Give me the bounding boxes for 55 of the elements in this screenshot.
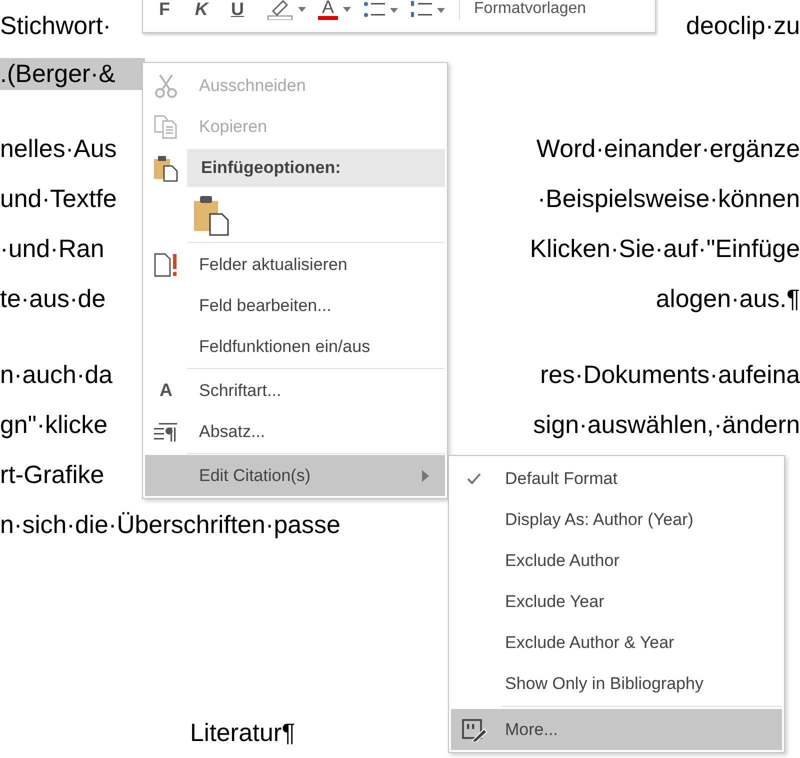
body-text: n·sich·die·Überschriften·passe (0, 510, 340, 541)
section-header: Einfügeoptionen: (187, 149, 445, 187)
body-text: Klicken·Sie·auf·"Einfüge (530, 234, 800, 265)
font-color-button[interactable]: A (316, 0, 354, 20)
document-warning-icon (153, 250, 179, 278)
caret-icon (390, 8, 398, 12)
body-text: rt-Grafike (0, 460, 104, 491)
menu-item[interactable]: Feldfunktionen ein/aus (145, 326, 445, 367)
italic-button[interactable]: K (193, 0, 221, 20)
caret-icon (343, 6, 352, 12)
body-text: ·und·Ran (0, 234, 104, 265)
body-text: ·Beispielsweise·können (537, 184, 800, 215)
menu-item[interactable]: Exclude Author & Year (451, 622, 782, 663)
clipboard-icon (193, 194, 229, 236)
body-text: deoclip·zu (686, 11, 800, 42)
caret-icon (298, 6, 306, 12)
menu-item[interactable]: Feld bearbeiten... (145, 285, 445, 326)
menu-item[interactable]: Absatz... (145, 411, 445, 452)
menu-item[interactable]: Default Format (451, 458, 782, 499)
font-icon: A (160, 380, 172, 401)
caret-icon (437, 8, 446, 12)
body-text: Stichwort· (0, 11, 112, 42)
menu-item[interactable]: A Schriftart... (145, 370, 445, 411)
body-text: und·Textfe (0, 184, 117, 215)
highlight-button[interactable] (265, 0, 308, 20)
submenu-arrow-icon (422, 470, 429, 482)
body-text: .(Berger·& (0, 58, 146, 90)
copy-icon (153, 114, 179, 140)
menu-item[interactable]: Felder aktualisieren (145, 244, 445, 285)
body-text: alogen·aus.¶ (656, 284, 800, 315)
body-text: n·auch·da (0, 360, 113, 391)
body-text: nelles·Aus (0, 134, 117, 165)
numbering-button[interactable] (408, 0, 448, 20)
body-text: gn"·klicke (0, 410, 108, 441)
heading-text: Literatur¶ (190, 718, 296, 748)
styles-button[interactable]: Formatvorlagen (472, 0, 588, 20)
body-text: res·Dokuments·aufeina (540, 360, 800, 391)
body-text: te·aus·de (0, 284, 106, 315)
underline-button[interactable]: U (229, 0, 257, 20)
scissors-icon (153, 72, 179, 98)
body-text: Word·einander·ergänze (536, 134, 800, 165)
bold-button[interactable]: F (157, 0, 185, 20)
clipboard-icon (153, 154, 179, 182)
bullet-list-icon (363, 0, 386, 20)
bullets-button[interactable] (361, 0, 400, 20)
submenu-item[interactable]: Edit Citation(s) (145, 455, 445, 496)
body-text: sign·auswählen,·ändern (533, 410, 800, 441)
paste-option-button[interactable] (193, 194, 229, 236)
menu-item[interactable]: Exclude Year (451, 581, 782, 622)
numbered-list-icon (410, 0, 432, 20)
menu-item[interactable]: Exclude Author (451, 540, 782, 581)
menu-item[interactable]: Display As: Author (Year) (451, 499, 782, 540)
quote-edit-icon (461, 718, 487, 742)
menu-item[interactable]: More... (451, 709, 782, 750)
menu-item[interactable]: Show Only in Bibliography (451, 663, 782, 704)
